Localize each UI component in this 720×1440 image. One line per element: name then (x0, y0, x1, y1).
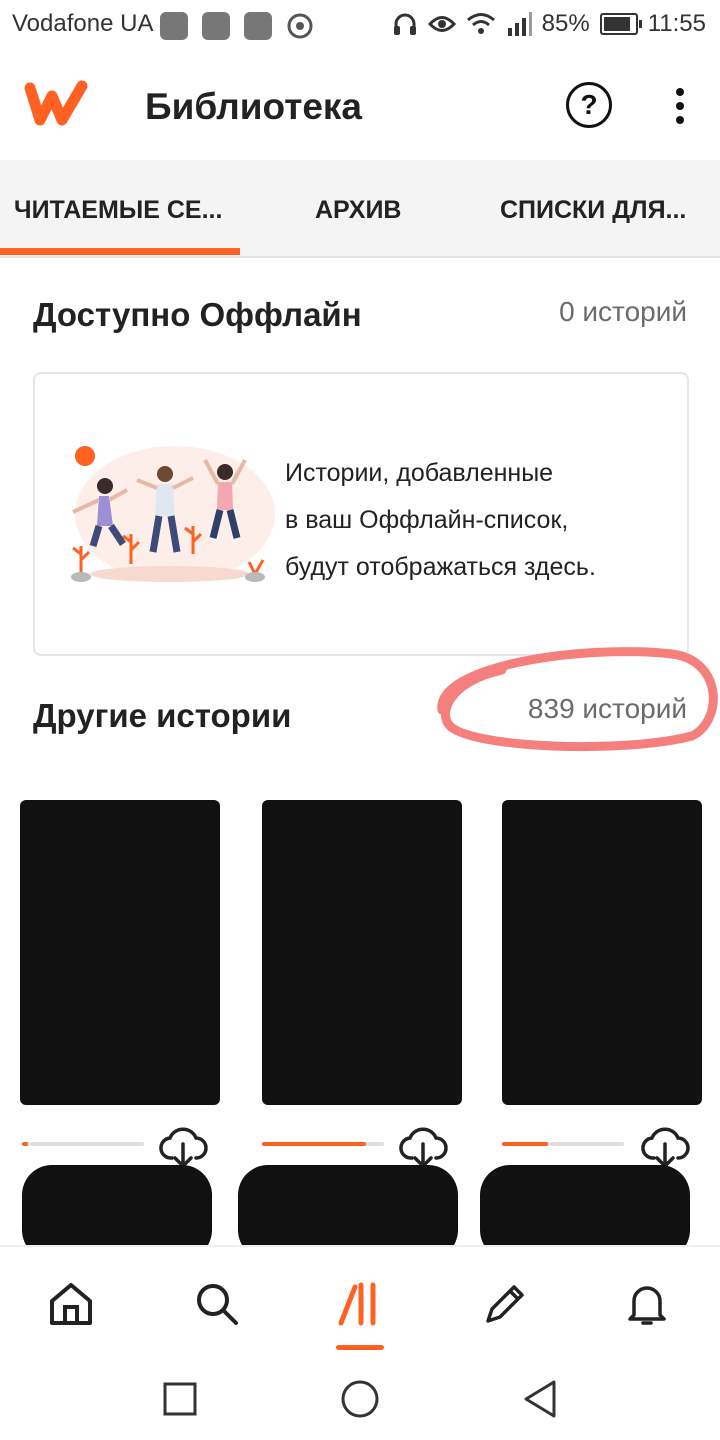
clock: 11:55 (647, 10, 706, 37)
notification-icon (160, 12, 188, 40)
wifi-icon (466, 13, 495, 34)
reading-progress-bar (262, 1142, 384, 1146)
active-tab-indicator (0, 248, 240, 255)
tab-currently-reading[interactable]: ЧИТАЕМЫЕ СЕ... (14, 196, 222, 225)
battery-percent: 85% (541, 10, 590, 37)
offline-empty-card: Истории, добавленные в ваш Оффлайн-списо… (33, 372, 689, 656)
offline-message-line: Истории, добавленные (285, 459, 554, 487)
reading-progress-bar (502, 1142, 624, 1146)
signal-icon (507, 12, 532, 36)
story-cover-redacted[interactable] (262, 800, 462, 1105)
offline-empty-message: Истории, добавленные в ваш Оффлайн-списо… (285, 450, 665, 591)
status-bar: Vodafone UA 85% 11:55 (0, 0, 720, 52)
tab-bar: ЧИТАЕМЫЕ СЕ... АРХИВ СПИСКИ ДЛЯ... (0, 160, 720, 258)
annotation-circle (437, 647, 718, 752)
back-icon[interactable] (522, 1379, 558, 1419)
status-right: 85% 11:55 (392, 10, 706, 38)
notification-icon (244, 12, 272, 40)
tab-reading-lists[interactable]: СПИСКИ ДЛЯ... (500, 196, 686, 225)
battery-icon (599, 13, 642, 35)
carrier-label: Vodafone UA (12, 10, 154, 37)
cast-icon (287, 13, 313, 39)
bottom-navigation (0, 1245, 720, 1357)
active-nav-indicator (336, 1345, 384, 1350)
tab-archive[interactable]: АРХИВ (315, 196, 401, 225)
more-options-icon[interactable] (676, 88, 684, 128)
story-cover-redacted[interactable] (20, 800, 220, 1105)
search-icon[interactable] (192, 1279, 242, 1329)
recent-apps-icon[interactable] (162, 1381, 198, 1417)
system-navigation-bar (0, 1355, 720, 1440)
offline-message-line: будут отображаться здесь. (285, 553, 596, 581)
offline-section-title: Доступно Оффлайн (33, 296, 362, 333)
headphones-icon (393, 13, 416, 35)
story-cover-redacted[interactable] (502, 800, 702, 1105)
jumping-people-illustration (71, 446, 275, 582)
wattpad-logo[interactable] (24, 80, 90, 126)
eye-icon (427, 16, 456, 32)
write-icon[interactable] (480, 1279, 530, 1329)
home-icon[interactable] (46, 1279, 96, 1329)
help-button[interactable]: ? (566, 82, 612, 128)
home-system-icon[interactable] (340, 1379, 380, 1419)
app-bar: Библиотека ? (0, 52, 720, 160)
offline-message-line: в ваш Оффлайн-список, (285, 506, 569, 534)
library-icon[interactable] (335, 1279, 385, 1329)
reading-progress-bar (22, 1142, 144, 1146)
other-section-title: Другие истории (33, 697, 292, 734)
notification-icon (202, 12, 230, 40)
offline-count: 0 историй (559, 296, 687, 327)
page-title: Библиотека (145, 86, 362, 127)
notifications-icon[interactable] (622, 1279, 672, 1329)
